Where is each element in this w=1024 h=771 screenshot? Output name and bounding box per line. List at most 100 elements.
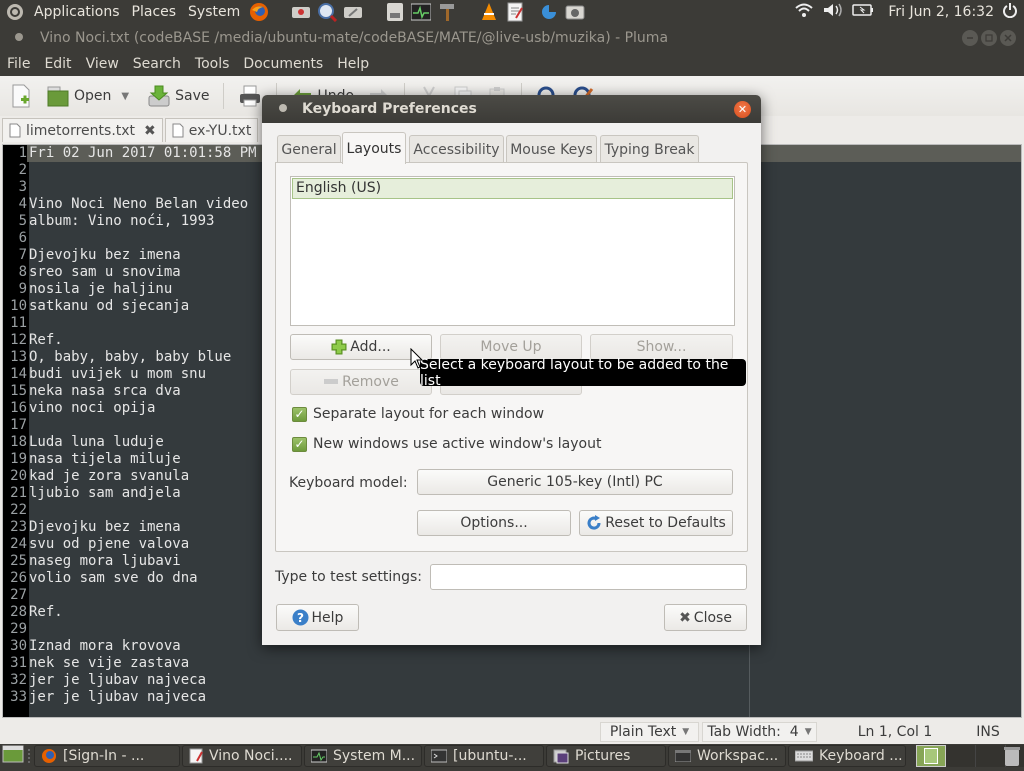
menu-edit[interactable]: Edit	[37, 56, 78, 72]
keyboard-model-button[interactable]: Generic 105-key (Intl) PC	[417, 469, 733, 495]
applications-menu[interactable]: Applications	[28, 4, 126, 20]
vlc-icon[interactable]	[478, 2, 500, 22]
new-windows-active-layout-checkbox[interactable]: ✓ New windows use active window's layout	[292, 436, 601, 452]
tab-limetorrents[interactable]: limetorrents.txt ✖	[2, 118, 163, 142]
text-line[interactable]: 5 album: Vino noći, 1993	[3, 213, 215, 230]
window-menu-icon[interactable]	[278, 101, 288, 117]
text-line[interactable]: 33 jer je ljubav najveca	[3, 689, 206, 706]
text-line[interactable]: 3	[3, 179, 29, 196]
save-button[interactable]: Save	[143, 82, 213, 110]
text-line[interactable]: 17	[3, 417, 29, 434]
open-recent-dropdown[interactable]: ▼	[121, 91, 129, 102]
tab-width-dropdown[interactable]: Tab Width: 4 ▼	[702, 722, 817, 742]
menu-tools[interactable]: Tools	[188, 56, 237, 72]
ubuntu-mate-logo-icon[interactable]	[4, 2, 26, 22]
file-manager-icon[interactable]	[384, 2, 406, 22]
text-line[interactable]: 9 nosila je haljinu	[3, 281, 173, 298]
text-line[interactable]: 4 Vino Noci Neno Belan video	[3, 196, 249, 213]
tab-mouse-keys[interactable]: Mouse Keys	[506, 135, 597, 163]
text-line[interactable]: 10 satkanu od sjecanja	[3, 298, 189, 315]
reset-to-defaults-button[interactable]: Reset to Defaults	[579, 510, 733, 536]
text-line[interactable]: 23 Djevojku bez imena	[3, 519, 181, 536]
taskbar-item[interactable]: Keyboard ...	[788, 745, 906, 767]
text-line[interactable]: 12 Ref.	[3, 332, 63, 349]
syntax-dropdown[interactable]: Plain Text ▼	[600, 722, 699, 742]
taskbar-item[interactable]: Vino Noci....	[182, 745, 302, 767]
test-settings-input[interactable]	[430, 564, 747, 590]
text-line[interactable]: 32 jer je ljubav najveca	[3, 672, 206, 689]
menu-search[interactable]: Search	[126, 56, 188, 72]
text-line[interactable]: 18 Luda luna luduje	[3, 434, 164, 451]
text-line[interactable]: 22	[3, 502, 29, 519]
taskbar-item[interactable]: [Sign-In - ...	[34, 745, 180, 767]
menu-documents[interactable]: Documents	[236, 56, 330, 72]
text-line[interactable]: 2	[3, 162, 29, 179]
open-button[interactable]: Open	[42, 82, 115, 110]
text-line[interactable]: 14 budi uvijek u mom snu	[3, 366, 206, 383]
text-line[interactable]: 6	[3, 230, 29, 247]
dialog-close-button[interactable]: ✕	[734, 101, 751, 118]
close-button[interactable]: ✖ Close	[664, 604, 747, 631]
text-editor-icon[interactable]	[504, 2, 526, 22]
checkmark-icon[interactable]: ✓	[292, 406, 307, 422]
trash-icon[interactable]	[1002, 745, 1022, 771]
menu-help[interactable]: Help	[330, 56, 376, 72]
menu-view[interactable]: View	[79, 56, 126, 72]
battery-icon[interactable]	[852, 3, 874, 21]
close-window-button[interactable]	[1000, 30, 1016, 46]
maximize-button[interactable]	[981, 30, 997, 46]
workspace-1[interactable]	[916, 745, 946, 767]
power-icon[interactable]	[1002, 2, 1018, 22]
firefox-icon[interactable]	[248, 2, 270, 22]
search-icon[interactable]	[316, 2, 338, 22]
minimize-button[interactable]	[962, 30, 978, 46]
clock[interactable]: Fri Jun 2, 16:32	[888, 4, 994, 20]
disk-utility-icon[interactable]	[290, 2, 312, 22]
show-desktop-button[interactable]	[2, 744, 24, 768]
shutter-icon[interactable]	[538, 2, 560, 22]
help-button[interactable]: ? Help	[276, 604, 359, 631]
layout-list-item[interactable]: English (US)	[292, 178, 733, 199]
text-line[interactable]: 25 naseg mora ljubavi	[3, 553, 181, 570]
text-line[interactable]: 11	[3, 315, 29, 332]
text-line[interactable]: 8 sreo sam u snovima	[3, 264, 181, 281]
text-line[interactable]: 24 svu od pjene valova	[3, 536, 189, 553]
dialog-titlebar[interactable]: Keyboard Preferences ✕	[262, 95, 761, 123]
tab-layouts[interactable]: Layouts	[342, 132, 406, 164]
text-line[interactable]: 21 ljubio sam andjela	[3, 485, 181, 502]
text-line[interactable]: 15 neka nasa srca dva	[3, 383, 181, 400]
separate-layout-checkbox[interactable]: ✓ Separate layout for each window	[292, 406, 544, 422]
text-line[interactable]: 26 volio sam sve do dna	[3, 570, 197, 587]
taskbar-item[interactable]: [ubuntu-...	[424, 745, 544, 767]
places-menu[interactable]: Places	[126, 4, 183, 20]
close-tab-icon[interactable]: ✖	[144, 123, 156, 139]
text-line[interactable]: 29	[3, 621, 29, 638]
system-monitor-icon[interactable]	[410, 2, 432, 22]
new-document-button[interactable]	[6, 81, 36, 111]
text-line[interactable]: 28 Ref.	[3, 604, 63, 621]
tab-typing-break[interactable]: Typing Break	[600, 135, 699, 163]
tab-accessibility[interactable]: Accessibility	[409, 135, 504, 163]
taskbar-handle[interactable]	[28, 749, 30, 763]
taskbar-item[interactable]: System M...	[304, 745, 422, 767]
menu-file[interactable]: File	[0, 56, 37, 72]
text-line[interactable]: 13 O, baby, baby, baby blue	[3, 349, 231, 366]
text-line[interactable]: 20 kad je zora svanula	[3, 468, 189, 485]
checkmark-icon[interactable]: ✓	[292, 436, 307, 452]
taskbar-item[interactable]: Workspac...	[668, 745, 786, 767]
options-button[interactable]: Options...	[417, 510, 571, 536]
layout-list[interactable]: English (US)	[290, 176, 735, 326]
text-line[interactable]: 30 Iznad mora krovova	[3, 638, 181, 655]
text-line[interactable]: 27	[3, 587, 29, 604]
text-line[interactable]: 7 Djevojku bez imena	[3, 247, 181, 264]
system-tools-icon[interactable]	[342, 2, 364, 22]
tab-ex-yu[interactable]: ex-YU.txt	[164, 118, 259, 142]
workspace-2[interactable]	[946, 745, 976, 767]
camera-icon[interactable]	[564, 2, 586, 22]
system-menu[interactable]: System	[182, 4, 246, 20]
text-line[interactable]: 19 nasa tijela miluje	[3, 451, 181, 468]
hammer-icon[interactable]	[436, 2, 458, 22]
text-line[interactable]: 31 nek se vije zastava	[3, 655, 189, 672]
taskbar-item[interactable]: Pictures	[546, 745, 666, 767]
volume-icon[interactable]	[822, 2, 844, 22]
